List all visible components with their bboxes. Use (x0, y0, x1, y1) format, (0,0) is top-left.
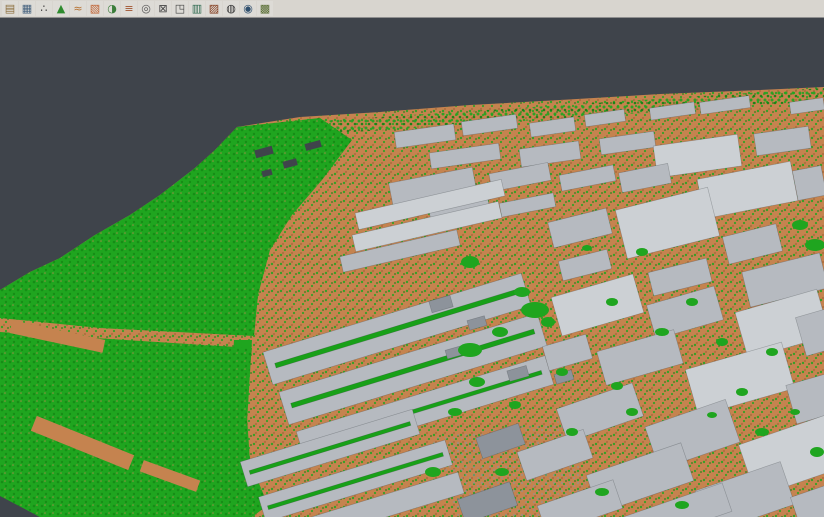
tree-cluster (458, 343, 482, 357)
toolbar: ▤▦∴▲≈▧◑≡◎⊠◳▥▨◍◉▩ (0, 0, 824, 18)
shade-icon[interactable]: ◑ (104, 1, 120, 16)
tree-cluster (755, 428, 769, 436)
view-3d-icon[interactable]: ◍ (223, 1, 239, 16)
tree-cluster (716, 338, 728, 346)
tree-cluster (766, 348, 778, 356)
scene-3d-view[interactable] (0, 0, 824, 517)
measure-icon[interactable]: ▥ (189, 1, 205, 16)
contour-icon[interactable]: ≈ (70, 1, 86, 16)
help-icon[interactable]: ▩ (257, 1, 273, 16)
tree-cluster (675, 501, 689, 509)
classify-icon[interactable]: ≡ (121, 1, 137, 16)
palette-icon[interactable]: ▧ (87, 1, 103, 16)
tree-cluster (541, 317, 555, 327)
tree-cluster (495, 468, 509, 476)
tree-cluster (514, 287, 530, 297)
tree-cluster (636, 248, 648, 256)
profile-icon[interactable]: ▨ (206, 1, 222, 16)
settings-icon[interactable]: ◎ (138, 1, 154, 16)
tree-cluster (792, 220, 808, 230)
open-file-icon[interactable]: ▤ (2, 1, 18, 16)
terrain-icon[interactable]: ▲ (53, 1, 69, 16)
tree-cluster (707, 412, 717, 418)
tree-cluster (469, 377, 485, 387)
expand-view-icon[interactable]: ◳ (172, 1, 188, 16)
tree-cluster (595, 488, 609, 496)
tree-cluster (655, 328, 669, 336)
tree-cluster (521, 302, 549, 318)
points-icon[interactable]: ∴ (36, 1, 52, 16)
tree-cluster (611, 382, 623, 390)
snapshot-icon[interactable]: ◉ (240, 1, 256, 16)
tree-cluster (425, 467, 441, 477)
zoom-extents-icon[interactable]: ⊠ (155, 1, 171, 16)
tree-cluster (686, 298, 698, 306)
tree-cluster (566, 428, 578, 436)
tree-cluster (736, 388, 748, 396)
viewport-3d[interactable] (0, 18, 824, 517)
tree-cluster (556, 368, 568, 376)
grid-icon[interactable]: ▦ (19, 1, 35, 16)
building-roof (792, 166, 824, 201)
toolbar-icons: ▤▦∴▲≈▧◑≡◎⊠◳▥▨◍◉▩ (2, 1, 273, 16)
tree-cluster (582, 245, 592, 251)
tree-cluster (461, 256, 479, 268)
tree-cluster (492, 327, 508, 337)
application-window: ▤▦∴▲≈▧◑≡◎⊠◳▥▨◍◉▩ (0, 0, 824, 517)
tree-cluster (626, 408, 638, 416)
tree-cluster (810, 447, 824, 457)
tree-cluster (606, 298, 618, 306)
tree-cluster (509, 401, 521, 409)
tree-cluster (790, 409, 800, 415)
tree-cluster (448, 408, 462, 416)
